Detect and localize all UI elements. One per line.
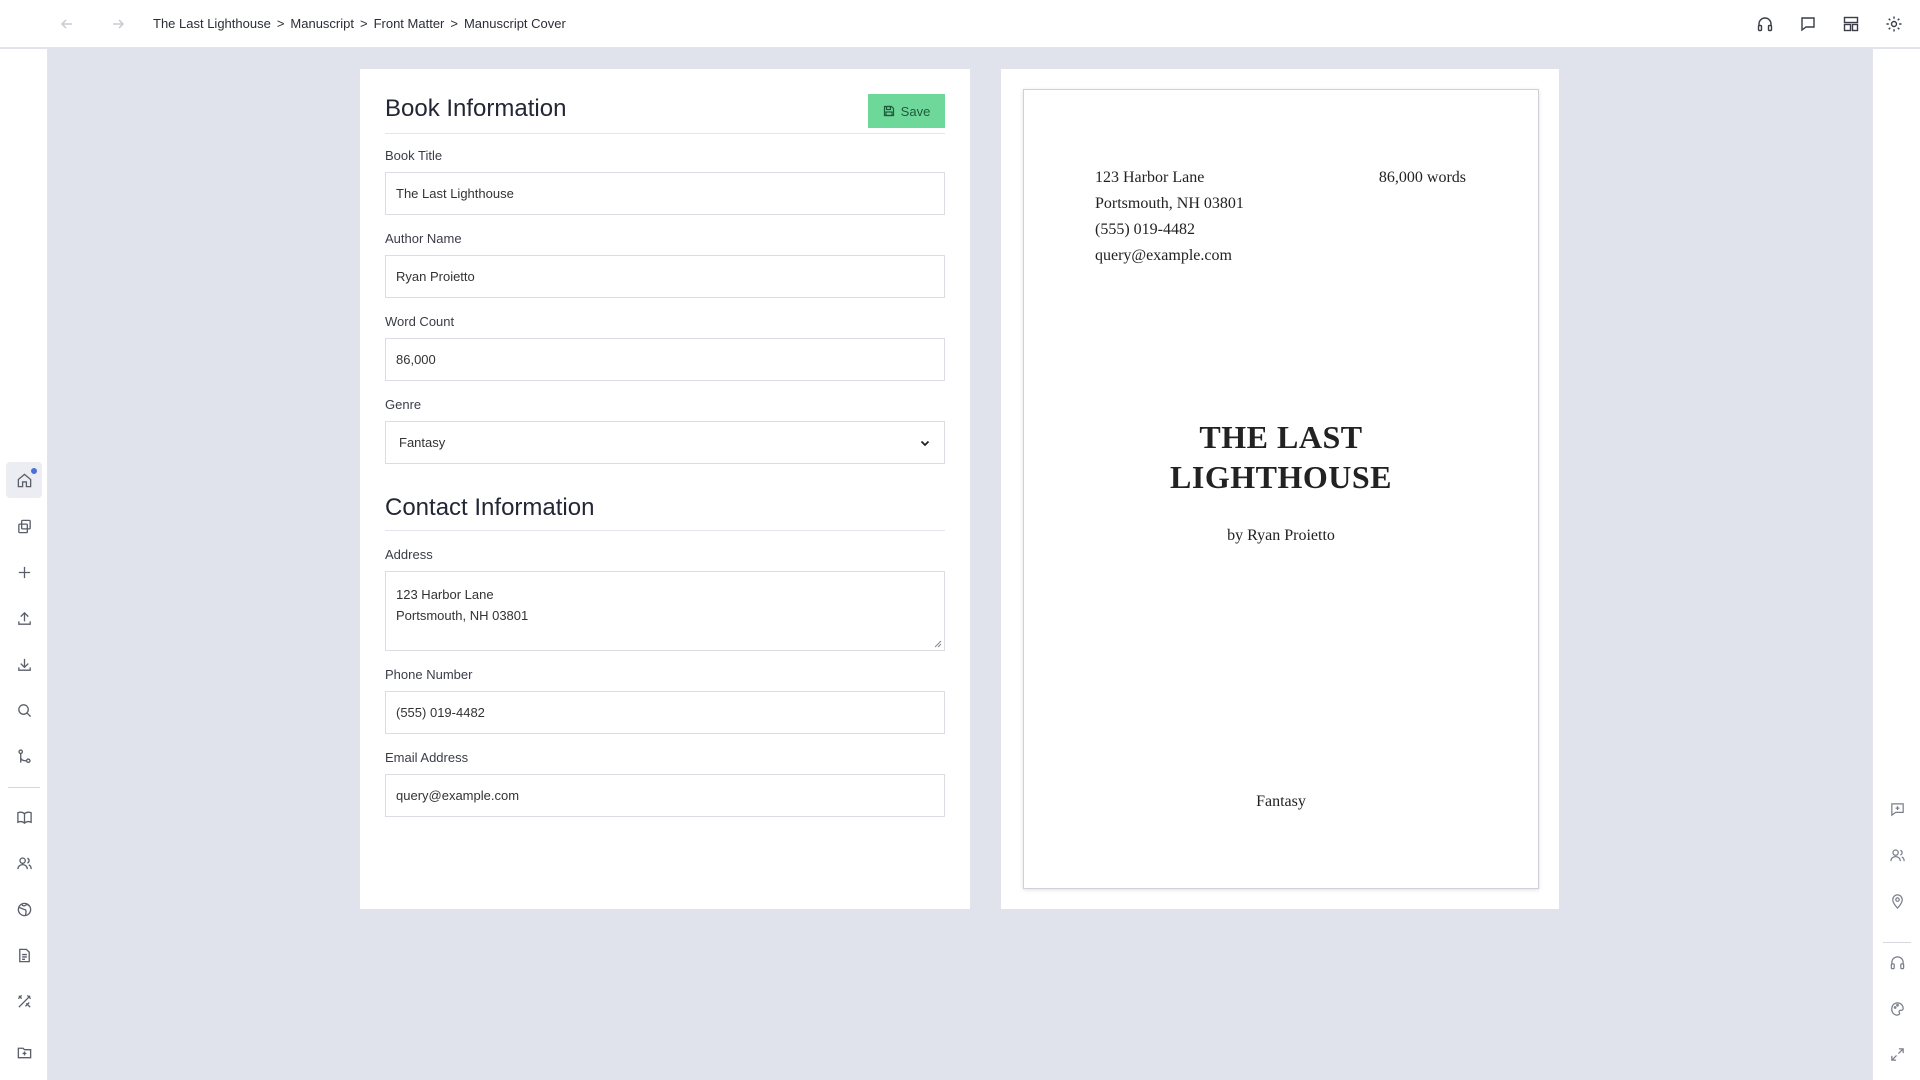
preview-genre: Fantasy [1256, 793, 1306, 810]
copy-icon[interactable] [6, 508, 42, 544]
home-icon[interactable] [6, 462, 42, 498]
book-info-header: Book Information Save [385, 69, 945, 134]
notification-dot [31, 468, 37, 474]
phone-input[interactable] [385, 691, 945, 734]
address-line-1: 123 Harbor Lane [396, 587, 494, 602]
breadcrumb-item-project[interactable]: The Last Lighthouse [153, 16, 271, 31]
phone-label: Phone Number [385, 667, 473, 682]
genre-label: Genre [385, 397, 422, 412]
book-title-label: Book Title [385, 148, 443, 163]
search-icon[interactable] [6, 692, 42, 728]
gear-icon[interactable] [1882, 12, 1906, 36]
word-count-input[interactable] [385, 338, 945, 381]
preview-address-line-1: 123 Harbor Lane [1095, 169, 1205, 186]
save-button-label: Save [900, 103, 931, 119]
save-icon [883, 105, 894, 117]
headphones-icon[interactable] [1885, 950, 1909, 974]
author-name-input[interactable] [385, 255, 945, 298]
palette-icon[interactable] [1885, 996, 1909, 1020]
users-icon[interactable] [1885, 843, 1909, 867]
folder-icon[interactable] [6, 1034, 42, 1070]
preview-byline: by Ryan Proietto [1227, 527, 1335, 544]
document-icon[interactable] [6, 937, 42, 973]
breadcrumb-separator: > [359, 16, 368, 31]
breadcrumb-item-front-matter[interactable]: Front Matter [374, 16, 445, 31]
book-info-title: Book Information [385, 95, 567, 122]
git-branch-icon[interactable] [6, 738, 42, 774]
resize-handle-icon[interactable] [934, 640, 942, 648]
breadcrumb-item-manuscript[interactable]: Manuscript [290, 16, 354, 31]
contact-info-title: Contact Information [385, 494, 595, 521]
location-icon[interactable] [1885, 889, 1909, 913]
back-arrow-icon[interactable] [55, 12, 79, 36]
comment-icon[interactable] [1796, 12, 1820, 36]
users-icon[interactable] [6, 845, 42, 881]
save-button[interactable]: Save [868, 94, 945, 128]
download-icon[interactable] [6, 646, 42, 682]
breadcrumb-item-current: Manuscript Cover [463, 16, 566, 31]
breadcrumb: The Last Lighthouse > Manuscript > Front… [153, 16, 566, 31]
manuscript-cover-page: 123 Harbor Lane Portsmouth, NH 03801 (55… [1023, 89, 1539, 889]
top-toolbar [1753, 0, 1920, 48]
preview-title-line-2: LIGHTHOUSE [1170, 459, 1392, 495]
book-icon[interactable] [6, 799, 42, 835]
chevron-down-icon [920, 440, 930, 446]
tools-icon[interactable] [6, 983, 42, 1019]
breadcrumb-separator: > [450, 16, 458, 31]
preview-email: query@example.com [1095, 247, 1232, 264]
headphones-icon[interactable] [1753, 12, 1777, 36]
right-sidebar [1872, 49, 1920, 1080]
breadcrumb-separator: > [276, 16, 285, 31]
address-label: Address [385, 547, 433, 562]
cover-preview-panel: 123 Harbor Lane Portsmouth, NH 03801 (55… [1001, 69, 1559, 909]
top-bar: The Last Lighthouse > Manuscript > Front… [0, 0, 1920, 48]
sidebar-divider [8, 787, 40, 788]
expand-icon[interactable] [1885, 1042, 1909, 1066]
contact-info-header: Contact Information [385, 494, 945, 531]
preview-book-title: THE LAST LIGHTHOUSE [1024, 417, 1538, 497]
sidebar-divider [1883, 942, 1911, 943]
book-title-input[interactable] [385, 172, 945, 215]
genre-selected-value: Fantasy [399, 435, 446, 450]
author-name-label: Author Name [385, 231, 462, 246]
preview-title-line-1: THE LAST [1199, 419, 1363, 455]
address-line-2: Portsmouth, NH 03801 [396, 608, 529, 623]
forward-arrow-icon[interactable] [106, 12, 130, 36]
book-info-form: Book Information Save Book Title Author … [360, 69, 970, 909]
plus-icon[interactable] [6, 554, 42, 590]
email-input[interactable] [385, 774, 945, 817]
preview-word-count: 86,000 words [1378, 169, 1466, 186]
genre-select[interactable]: Fantasy [385, 421, 945, 464]
upload-icon[interactable] [6, 600, 42, 636]
add-comment-icon[interactable] [1885, 797, 1909, 821]
address-textarea[interactable]: 123 Harbor Lane Portsmouth, NH 03801 [385, 571, 945, 651]
preview-address-line-2: Portsmouth, NH 03801 [1095, 195, 1244, 212]
word-count-label: Word Count [385, 314, 455, 329]
left-sidebar [0, 49, 48, 1080]
preview-phone: (555) 019-4482 [1095, 221, 1195, 238]
preview-contact-block: 123 Harbor Lane Portsmouth, NH 03801 (55… [1095, 165, 1244, 269]
globe-icon[interactable] [6, 891, 42, 927]
email-label: Email Address [385, 750, 469, 765]
layout-icon[interactable] [1839, 12, 1863, 36]
